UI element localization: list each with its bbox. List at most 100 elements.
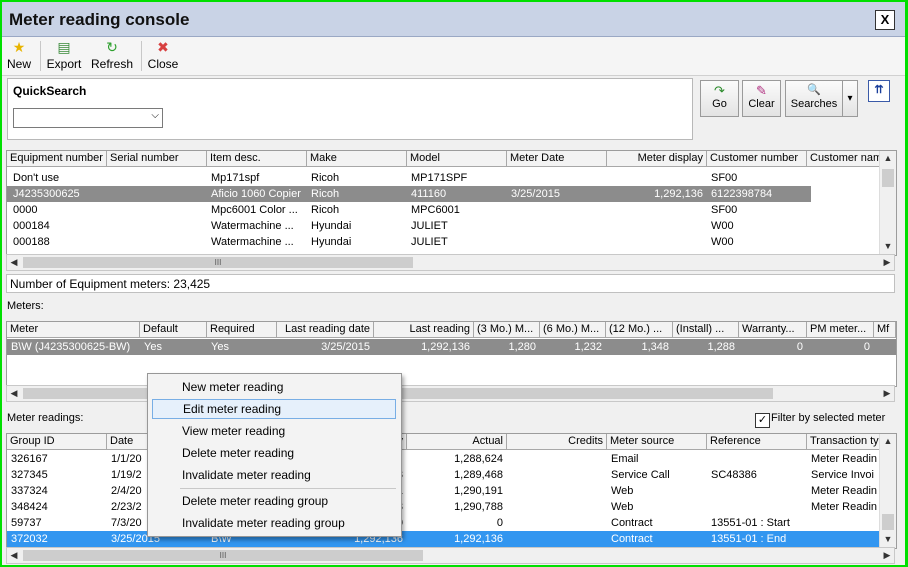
searches-menu-button[interactable]: ▾ <box>842 80 858 117</box>
equipment-vscroll[interactable]: ▲ ▼ <box>879 151 896 255</box>
col-3mo[interactable]: (3 Mo.) M... <box>474 322 540 337</box>
table-row[interactable]: 000188 Watermachine ... Hyundai JULIET W… <box>7 234 880 250</box>
col-reference[interactable]: Reference <box>707 434 807 449</box>
table-row-selected[interactable]: J4235300625 Aficio 1060 Copier Ricoh 411… <box>7 186 811 202</box>
col-warranty[interactable]: Warranty... <box>739 322 807 337</box>
col-meter-source[interactable]: Meter source <box>607 434 707 449</box>
quicksearch-dropdown[interactable]: ⌵ <box>13 108 163 128</box>
col-customer-number[interactable]: Customer number <box>707 151 807 166</box>
cell: Mpc6001 Color ... <box>211 204 298 216</box>
scroll-thumb[interactable]: III <box>23 257 413 268</box>
cell: W00 <box>711 220 734 232</box>
col-actual[interactable]: Actual <box>407 434 507 449</box>
scroll-right-icon[interactable]: ▶ <box>880 548 894 563</box>
cell: SC48386 <box>711 469 757 481</box>
scroll-left-icon[interactable]: ◀ <box>7 255 21 270</box>
scroll-thumb[interactable] <box>882 169 894 187</box>
col-meter-date[interactable]: Meter Date <box>507 151 607 166</box>
col-group-id[interactable]: Group ID <box>7 434 107 449</box>
new-button[interactable]: ★ New <box>7 39 31 73</box>
meter-readings-label: Meter readings: <box>7 412 84 424</box>
scroll-down-icon[interactable]: ▼ <box>880 239 896 254</box>
go-button[interactable]: ↷ Go <box>700 80 739 117</box>
filter-checkbox[interactable]: ✓ <box>755 413 770 428</box>
readings-vscroll[interactable]: ▲ ▼ <box>879 434 896 548</box>
table-row[interactable]: Don't use Mp171spf Ricoh MP171SPF SF00 <box>7 170 880 186</box>
equipment-grid: Equipment number Serial number Item desc… <box>6 150 897 256</box>
col-meter[interactable]: Meter <box>7 322 140 337</box>
readings-hscroll[interactable]: ◀ III ▶ <box>6 547 895 564</box>
col-6mo[interactable]: (6 Mo.) M... <box>540 322 606 337</box>
context-menu: New meter reading Edit meter reading Vie… <box>147 373 402 537</box>
cell: Contract <box>611 517 653 529</box>
table-row[interactable]: 59737 7/3/20 0 0 Contract 13551-01 : Sta… <box>7 515 880 531</box>
scroll-right-icon[interactable]: ▶ <box>880 386 894 401</box>
scroll-left-icon[interactable]: ◀ <box>7 548 21 563</box>
table-row[interactable]: 348424 2/23/2 3 1,290,788 Web Meter Read… <box>7 499 880 515</box>
menu-edit-meter-reading[interactable]: Edit meter reading <box>152 399 396 419</box>
cell: W00 <box>711 236 734 248</box>
table-row[interactable]: 000184 Watermachine ... Hyundai JULIET W… <box>7 218 880 234</box>
cell: 0 <box>863 341 870 353</box>
col-last-reading-date[interactable]: Last reading date <box>277 322 374 337</box>
table-row[interactable]: 0000 Mpc6001 Color ... Ricoh MPC6001 SF0… <box>7 202 880 218</box>
refresh-button[interactable]: ↻ Refresh <box>91 39 133 73</box>
scroll-left-icon[interactable]: ◀ <box>7 386 21 401</box>
col-transaction-type[interactable]: Transaction ty <box>807 434 880 449</box>
scroll-down-icon[interactable]: ▼ <box>880 532 896 547</box>
menu-new-meter-reading[interactable]: New meter reading <box>152 377 396 397</box>
col-meter-display[interactable]: Meter display <box>607 151 707 166</box>
col-customer-name[interactable]: Customer nam <box>807 151 880 166</box>
table-row-selected[interactable]: B\W (J4235300625-BW) Yes Yes 3/25/2015 1… <box>7 339 896 355</box>
scroll-thumb[interactable] <box>882 514 894 530</box>
scroll-up-icon[interactable]: ▲ <box>880 434 896 449</box>
cell: Service Invoi <box>811 469 874 481</box>
col-equipment-number[interactable]: Equipment number <box>7 151 107 166</box>
scroll-up-icon[interactable]: ▲ <box>880 151 896 166</box>
cell: 0000 <box>13 204 38 216</box>
equipment-hscroll[interactable]: ◀ III ▶ <box>6 254 895 271</box>
clear-button[interactable]: ✎ Clear <box>742 80 781 117</box>
col-default[interactable]: Default <box>140 322 207 337</box>
col-make[interactable]: Make <box>307 151 407 166</box>
menu-invalidate-meter-reading[interactable]: Invalidate meter reading <box>152 465 396 485</box>
meters-hscroll[interactable]: ◀ ▶ <box>6 385 895 402</box>
col-serial-number[interactable]: Serial number <box>107 151 207 166</box>
toolbar: ★ New ▤ Export ↻ Refresh ✖ Close <box>2 37 905 76</box>
table-row[interactable]: 327345 1/19/2 3 1,289,468 Service Call S… <box>7 467 880 483</box>
cell: MPC6001 <box>411 204 460 216</box>
filter-label: Filter by selected meter <box>771 412 886 424</box>
menu-delete-meter-reading[interactable]: Delete meter reading <box>152 443 396 463</box>
cell: Ricoh <box>311 188 340 200</box>
refresh-icon: ↻ <box>106 39 118 55</box>
searches-button[interactable]: 🔍 Searches <box>785 80 843 117</box>
meters-grid-header: Meter Default Required Last reading date… <box>7 322 896 338</box>
scroll-thumb[interactable]: III <box>23 550 423 561</box>
col-item-desc[interactable]: Item desc. <box>207 151 307 166</box>
col-required[interactable]: Required <box>207 322 277 337</box>
close-window-button[interactable]: X <box>875 10 895 30</box>
menu-delete-meter-reading-group[interactable]: Delete meter reading group <box>152 491 396 511</box>
table-row[interactable]: 337324 2/4/20 1 1,290,191 Web Meter Read… <box>7 483 880 499</box>
export-button[interactable]: ▤ Export <box>46 39 82 73</box>
star-icon: ★ <box>12 39 26 55</box>
scroll-right-icon[interactable]: ▶ <box>880 255 894 270</box>
cell: SF00 <box>711 204 738 216</box>
col-mf[interactable]: Mf <box>874 322 896 337</box>
col-model[interactable]: Model <box>407 151 507 166</box>
col-last-reading[interactable]: Last reading <box>374 322 474 337</box>
menu-invalidate-meter-reading-group[interactable]: Invalidate meter reading group <box>152 513 396 533</box>
collapse-search-button[interactable]: ⇈ <box>868 80 890 102</box>
cell: Hyundai <box>311 236 352 248</box>
menu-view-meter-reading[interactable]: View meter reading <box>152 421 396 441</box>
col-12mo[interactable]: (12 Mo.) ... <box>606 322 673 337</box>
col-credits[interactable]: Credits <box>507 434 607 449</box>
table-row[interactable]: 326167 1/1/20 1,288,624 Email Meter Read… <box>7 451 880 467</box>
col-pm-meter[interactable]: PM meter... <box>807 322 874 337</box>
table-row-selected[interactable]: 372032 3/25/2015 B\W 1,292,136 1,292,136… <box>7 531 880 547</box>
cell: Mp171spf <box>211 172 260 184</box>
refresh-label: Refresh <box>91 57 134 71</box>
close-button[interactable]: ✖ Close <box>147 39 179 73</box>
col-install[interactable]: (Install) ... <box>673 322 739 337</box>
cell: Web <box>611 501 634 513</box>
